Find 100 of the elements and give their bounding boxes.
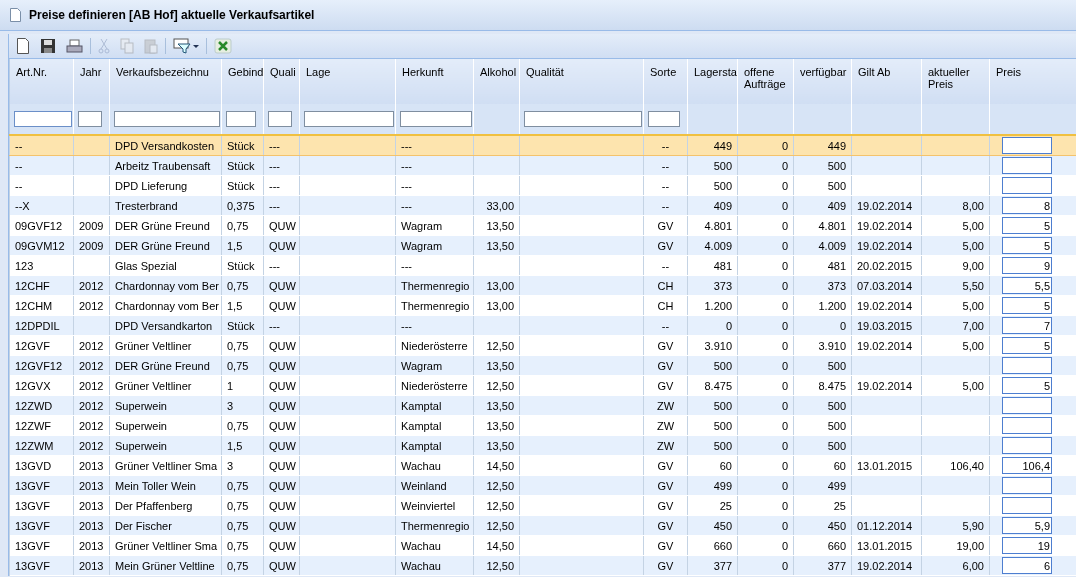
- filter-field[interactable]: [400, 111, 472, 127]
- price-field[interactable]: 5,9: [1002, 517, 1052, 534]
- table-cell: --X: [15, 199, 30, 212]
- table-row[interactable]: -- Arbeitz Traubensaft Stück --- --- -- 500 0 500: [9, 155, 1076, 176]
- table-cell: 12,50: [486, 499, 514, 512]
- price-field[interactable]: [1002, 477, 1052, 494]
- price-field[interactable]: 9: [1002, 257, 1052, 274]
- price-field[interactable]: 5: [1002, 337, 1052, 354]
- table-cell: 377: [827, 559, 846, 572]
- table-row[interactable]: 12GVX 2012 Grüner Veltliner 1 QUW Niederösterre 12,50 GV 8.475 0 8.475 19.02.2014 5,00 5: [9, 375, 1076, 396]
- table-cell: 2012: [79, 419, 104, 432]
- table-cell: 500: [827, 159, 846, 172]
- table-row[interactable]: --X Tresterbrand 0,375 --- --- 33,00 -- 409 0 409 19.02.2014 8,00 8: [9, 195, 1076, 216]
- price-field[interactable]: [1002, 137, 1052, 154]
- table-cell: 0: [781, 219, 788, 232]
- table-row[interactable]: 12ZWF 2012 Superwein 0,75 QUW Kamptal 13,50 ZW 500 0 500: [9, 415, 1076, 436]
- column-header[interactable]: Lagersta: [687, 59, 738, 104]
- price-field[interactable]: 7: [1002, 317, 1052, 334]
- price-field[interactable]: 5: [1002, 377, 1052, 394]
- table-cell: 0: [781, 159, 788, 172]
- column-header[interactable]: Sorte: [643, 59, 688, 104]
- table-row[interactable]: 12ZWM 2012 Superwein 1,5 QUW Kamptal 13,50 ZW 500 0 500: [9, 435, 1076, 456]
- column-header[interactable]: Herkunft: [395, 59, 474, 104]
- filter-field[interactable]: [226, 111, 256, 127]
- price-field[interactable]: [1002, 437, 1052, 454]
- table-row[interactable]: 12ZWD 2012 Superwein 3 QUW Kamptal 13,50 ZW 500 0 500: [9, 395, 1076, 416]
- column-header[interactable]: Quali: [263, 59, 300, 104]
- table-cell: ---: [401, 139, 412, 152]
- column-header[interactable]: Lage: [299, 59, 396, 104]
- table-row[interactable]: -- DPD Versandkosten Stück --- --- -- 449 0 449: [9, 135, 1076, 156]
- filter-field[interactable]: [304, 111, 394, 127]
- table-row[interactable]: 12GVF12 2012 DER Grüne Freund 0,75 QUW Wagram 13,50 GV 500 0 500: [9, 355, 1076, 376]
- table-cell: QUW: [269, 559, 296, 572]
- table-row[interactable]: 12CHF 2012 Chardonnay vom Ber 0,75 QUW Thermenregio 13,00 CH 373 0 373 07.03.2014 5,50 5,5: [9, 275, 1076, 296]
- filter-field[interactable]: [114, 111, 220, 127]
- table-cell: Wagram: [401, 359, 443, 372]
- table-cell: 25: [833, 499, 846, 512]
- table-cell: Grüner Veltliner Sma: [115, 459, 218, 472]
- filter-field[interactable]: [78, 111, 102, 127]
- table-row[interactable]: 13GVF 2013 Mein Grüner Veltline 0,75 QUW Wachau 12,50 GV 377 0 377 19.02.2014 6,00 6: [9, 555, 1076, 576]
- column-header[interactable]: aktueller Preis: [921, 59, 990, 104]
- price-field[interactable]: 6: [1002, 557, 1052, 574]
- price-field[interactable]: [1002, 417, 1052, 434]
- table-cell: Thermenregio: [401, 519, 470, 532]
- price-field[interactable]: [1002, 157, 1052, 174]
- price-field[interactable]: 5: [1002, 297, 1052, 314]
- table-row[interactable]: 12CHM 2012 Chardonnay vom Ber 1,5 QUW Thermenregio 13,00 CH 1.200 0 1.200 19.02.2014 5,00 5: [9, 295, 1076, 316]
- price-field[interactable]: 8: [1002, 197, 1052, 214]
- filter-field[interactable]: [268, 111, 292, 127]
- column-header[interactable]: Jahr: [73, 59, 110, 104]
- price-field[interactable]: 106,4: [1002, 457, 1052, 474]
- price-field[interactable]: [1002, 497, 1052, 514]
- table-cell: DPD Versandkosten: [115, 139, 215, 152]
- table-row[interactable]: 123 Glas Spezial Stück --- --- -- 481 0 481 20.02.2015 9,00 9: [9, 255, 1076, 276]
- column-header[interactable]: Verkaufsbezeichnu: [109, 59, 222, 104]
- table-cell: 500: [827, 419, 846, 432]
- column-header[interactable]: Gilt Ab: [851, 59, 922, 104]
- price-field[interactable]: [1002, 397, 1052, 414]
- price-field[interactable]: 5,5: [1002, 277, 1052, 294]
- table-cell: 9,00: [962, 259, 984, 272]
- print-icon[interactable]: [63, 36, 86, 56]
- price-field[interactable]: [1002, 357, 1052, 374]
- table-cell: 13,50: [486, 219, 514, 232]
- table-row[interactable]: 13GVF 2013 Der Pfaffenberg 0,75 QUW Weinviertel 12,50 GV 25 0 25: [9, 495, 1076, 516]
- table-row[interactable]: -- DPD Lieferung Stück --- --- -- 500 0 500: [9, 175, 1076, 196]
- column-header[interactable]: verfügbar: [793, 59, 852, 104]
- table-row[interactable]: 09GVF12 2009 DER Grüne Freund 0,75 QUW Wagram 13,50 GV 4.801 0 4.801 19.02.2014 5,00 5: [9, 215, 1076, 236]
- column-header[interactable]: Gebind: [221, 59, 264, 104]
- table-row[interactable]: 13GVD 2013 Grüner Veltliner Sma 3 QUW Wachau 14,50 GV 60 0 60 13.01.2015 106,40 106,4: [9, 455, 1076, 476]
- table-cell: Stück: [227, 259, 255, 272]
- table-row[interactable]: 12DPDIL DPD Versandkarton Stück --- --- -- 0 0 0 19.03.2015 7,00 7: [9, 315, 1076, 336]
- table-cell: --: [661, 139, 670, 152]
- column-header[interactable]: offene Aufträge: [737, 59, 794, 104]
- column-header[interactable]: Alkohol: [473, 59, 520, 104]
- table-cell: Niederösterre: [401, 379, 468, 392]
- column-header[interactable]: Preis: [989, 59, 1076, 104]
- table-row[interactable]: 13GVF 2013 Der Fischer 0,75 QUW Thermenregio 12,50 GV 450 0 450 01.12.2014 5,90 5,9: [9, 515, 1076, 536]
- table-cell: 0: [781, 139, 788, 152]
- table-cell: 500: [827, 399, 846, 412]
- excel-icon[interactable]: [211, 36, 235, 56]
- price-field[interactable]: [1002, 177, 1052, 194]
- table-row[interactable]: 13GVF 2013 Grüner Veltliner Sma 0,75 QUW Wachau 14,50 GV 660 0 660 13.01.2015 19,00 19: [9, 535, 1076, 556]
- table-row[interactable]: 13GVF 2013 Mein Toller Wein 0,75 QUW Weinland 12,50 GV 499 0 499: [9, 475, 1076, 496]
- price-field[interactable]: 19: [1002, 537, 1052, 554]
- price-field[interactable]: 5: [1002, 217, 1052, 234]
- filter-icon[interactable]: [170, 36, 202, 56]
- table-cell: Chardonnay vom Ber: [115, 299, 219, 312]
- table-cell: 0: [781, 379, 788, 392]
- column-header[interactable]: Art.Nr.: [9, 59, 74, 104]
- table-row[interactable]: 12GVF 2012 Grüner Veltliner 0,75 QUW Niederösterre 12,50 GV 3.910 0 3.910 19.02.2014 5,00 5: [9, 335, 1076, 356]
- table-cell: GV: [657, 379, 674, 392]
- filter-field[interactable]: [524, 111, 642, 127]
- filter-field[interactable]: [14, 111, 72, 127]
- price-field[interactable]: 5: [1002, 237, 1052, 254]
- table-cell: 19.02.2014: [857, 239, 913, 252]
- table-cell: CH: [657, 299, 674, 312]
- table-cell: 377: [713, 559, 732, 572]
- column-header[interactable]: Qualität: [519, 59, 644, 104]
- table-row[interactable]: 09GVM12 2009 DER Grüne Freund 1,5 QUW Wagram 13,50 GV 4.009 0 4.009 19.02.2014 5,00 5: [9, 235, 1076, 256]
- filter-field[interactable]: [648, 111, 680, 127]
